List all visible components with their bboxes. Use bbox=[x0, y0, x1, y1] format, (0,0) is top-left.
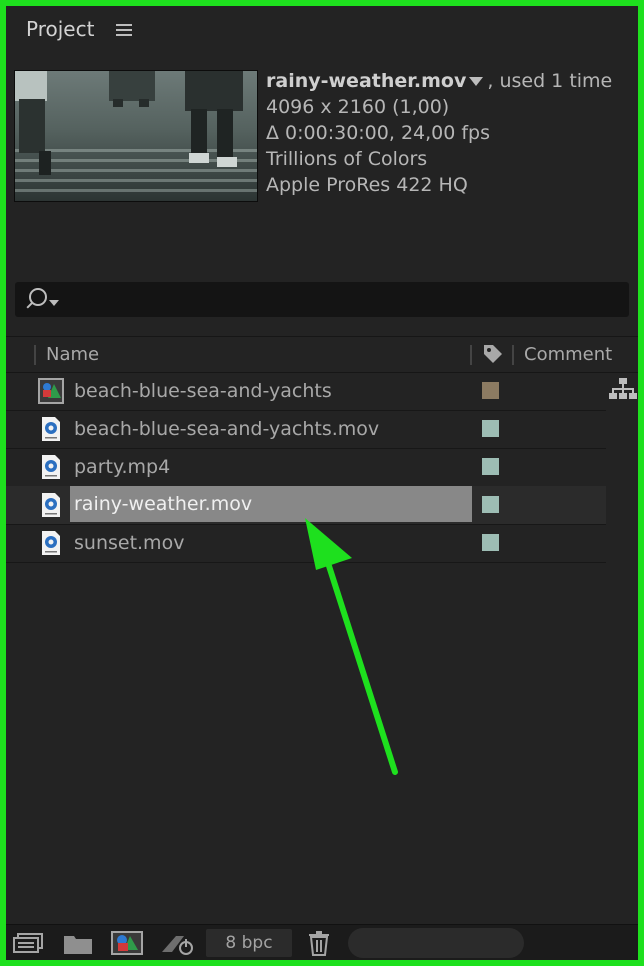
list-item-label: beach-blue-sea-and-yachts bbox=[74, 380, 332, 402]
video-file-icon bbox=[42, 417, 60, 441]
video-file-icon bbox=[42, 531, 60, 555]
list-item[interactable]: sunset.mov bbox=[6, 524, 606, 563]
column-name[interactable]: Name bbox=[46, 344, 99, 365]
list-item-label: party.mp4 bbox=[74, 456, 171, 478]
list-item[interactable]: rainy-weather.mov bbox=[6, 486, 606, 525]
list-item[interactable]: party.mp4 bbox=[6, 448, 606, 487]
label-color-swatch[interactable] bbox=[482, 534, 499, 551]
new-composition-icon[interactable] bbox=[110, 928, 144, 958]
chevron-down-icon[interactable] bbox=[469, 77, 484, 86]
footage-duration: Δ 0:00:30:00, 24,00 fps bbox=[266, 122, 491, 144]
interpret-footage-icon[interactable] bbox=[10, 928, 46, 958]
footage-thumbnail bbox=[14, 70, 258, 202]
label-tag-icon[interactable] bbox=[482, 343, 504, 365]
list-item[interactable]: beach-blue-sea-and-yachts.mov bbox=[6, 410, 606, 449]
footage-name[interactable]: rainy-weather.mov bbox=[266, 70, 466, 92]
footage-resolution: 4096 x 2160 (1,00) bbox=[266, 96, 450, 118]
footage-codec: Apple ProRes 422 HQ bbox=[266, 174, 468, 196]
column-header: Name Comment bbox=[6, 336, 638, 373]
render-queue-icon[interactable] bbox=[158, 928, 198, 958]
bit-depth-button[interactable]: 8 bpc bbox=[206, 929, 292, 957]
footage-usage: , used 1 time bbox=[487, 70, 613, 92]
label-color-swatch[interactable] bbox=[482, 420, 499, 437]
flowchart-icon[interactable] bbox=[609, 376, 637, 404]
project-panel: Project rainy-weather.mov , used 1 time 4… bbox=[6, 6, 638, 960]
search-options-chevron-icon[interactable] bbox=[49, 300, 59, 306]
panel-footer: 8 bpc bbox=[6, 924, 638, 960]
composition-icon bbox=[38, 378, 64, 404]
search-input[interactable] bbox=[15, 282, 629, 317]
list-item[interactable]: beach-blue-sea-and-yachts bbox=[6, 372, 606, 411]
new-folder-icon[interactable] bbox=[62, 928, 94, 958]
thumbnail-size-slider[interactable] bbox=[348, 928, 524, 958]
video-file-icon bbox=[42, 455, 60, 479]
list-item-label: rainy-weather.mov bbox=[70, 486, 472, 522]
trash-icon[interactable] bbox=[306, 928, 332, 958]
footage-info: rainy-weather.mov , used 1 time 4096 x 21… bbox=[266, 68, 612, 198]
list-item-label: beach-blue-sea-and-yachts.mov bbox=[74, 418, 380, 440]
list-item-label: sunset.mov bbox=[74, 532, 185, 554]
label-color-swatch[interactable] bbox=[482, 382, 499, 399]
hamburger-menu-icon[interactable] bbox=[116, 24, 132, 37]
label-color-swatch[interactable] bbox=[482, 458, 499, 475]
column-comment[interactable]: Comment bbox=[524, 344, 612, 365]
video-file-icon bbox=[42, 493, 60, 517]
footage-color-depth: Trillions of Colors bbox=[266, 148, 428, 170]
label-color-swatch[interactable] bbox=[482, 496, 499, 513]
panel-title: Project bbox=[26, 17, 95, 41]
panel-header: Project bbox=[6, 6, 638, 56]
